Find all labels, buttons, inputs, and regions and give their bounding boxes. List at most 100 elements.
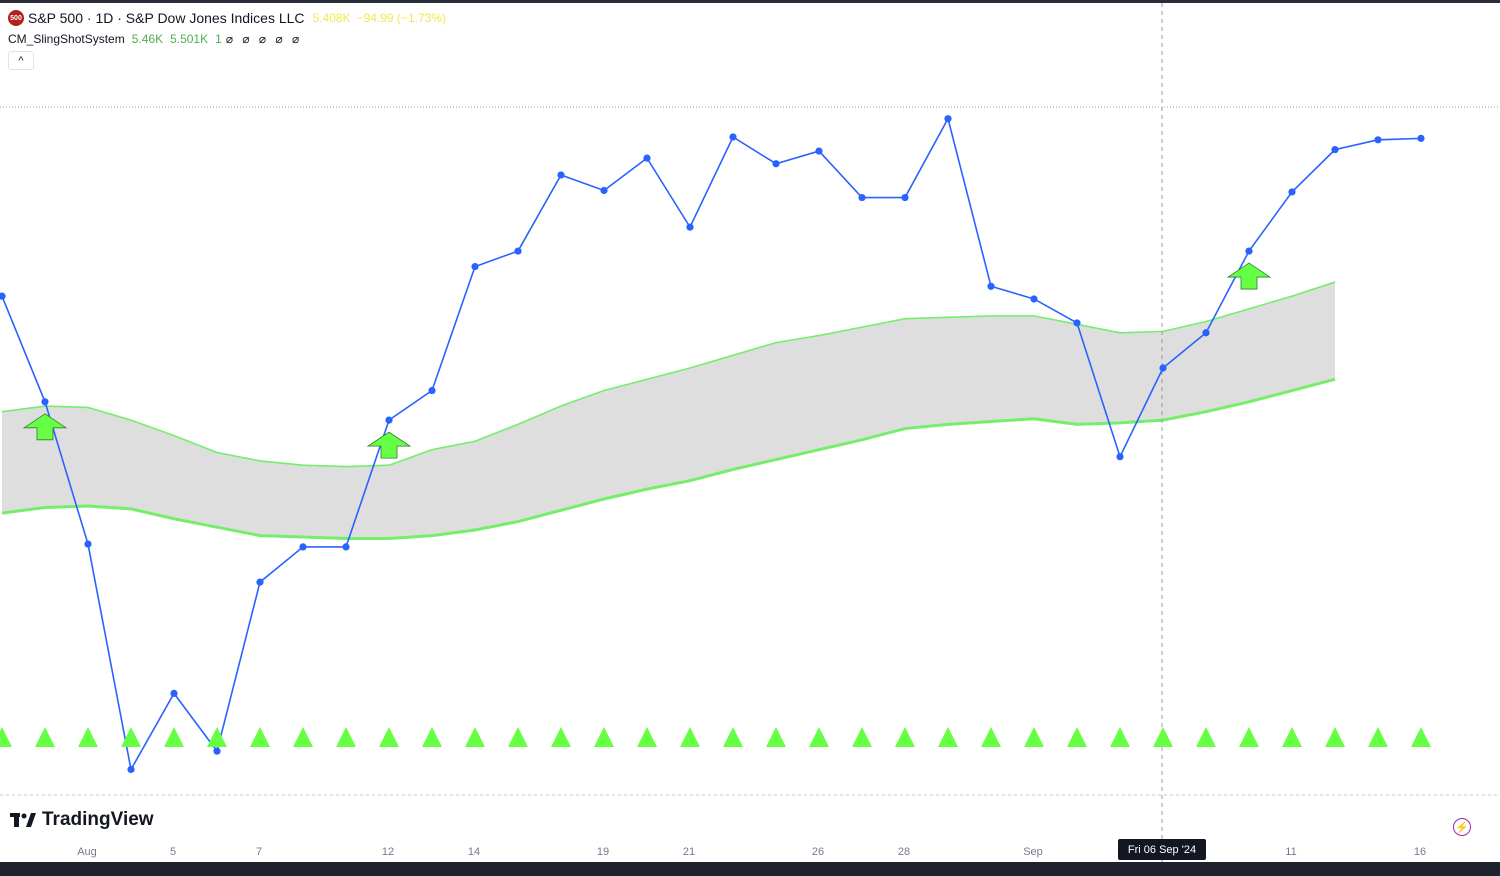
indicator-name[interactable]: CM_SlingShotSystem [8,32,125,46]
up-triangle-marker [250,727,270,747]
price-point [471,262,479,271]
up-triangle-marker [336,727,356,747]
price-point [299,543,307,551]
x-tick-label: 11 [1285,846,1296,858]
up-triangle-marker [422,727,442,747]
up-triangle-marker [78,727,98,747]
up-triangle-marker [1110,727,1130,747]
price-point [557,171,565,179]
tradingview-logo-text: TradingView [42,809,154,830]
up-triangle-marker [1282,727,1302,747]
price-chart[interactable]: Aug 5 7 12 14 19 21 26 28 Sep 11 16 [0,0,1500,876]
up-triangle-marker [637,727,657,747]
up-triangle-marker [809,727,829,747]
up-arrow-signal [366,431,412,459]
price-point [1288,188,1296,196]
signal-triangles [0,727,1431,747]
up-triangle-marker [551,727,571,747]
price-point [41,398,49,406]
x-tick-label: Sep [1023,846,1043,858]
up-triangle-marker [164,727,184,747]
price-point [514,247,522,255]
up-arrow-signal [1226,262,1272,290]
price-point [858,193,866,202]
symbol-logo: 500 [8,10,24,26]
up-triangle-marker [852,727,872,747]
up-triangle-marker [938,727,958,747]
price-change: −94.99 (−1.73%) [356,11,446,25]
price-point [1073,319,1081,327]
collapse-legend-button[interactable]: ^ [8,51,34,70]
price-point [213,747,221,755]
price-point [1159,364,1167,372]
price-point [772,160,780,168]
price-point [686,223,694,231]
price-point [815,147,823,155]
price-point [1417,134,1425,142]
price-point [385,416,393,424]
last-value: 5.408K [312,11,351,25]
up-triangle-marker [465,727,485,747]
price-point [1331,146,1339,154]
price-point [342,543,350,551]
price-point [170,689,178,697]
ema-band-fill [2,282,1335,539]
indicator-legend[interactable]: CM_SlingShotSystem 5.46K 5.501K 1 ⌀ ⌀ ⌀ … [8,31,302,47]
up-triangle-marker [594,727,614,747]
x-tick-label: 14 [468,846,480,858]
up-triangle-marker [1196,727,1216,747]
symbol-legend[interactable]: 500 S&P 500 · 1D · S&P Dow Jones Indices… [8,9,446,27]
up-triangle-marker [1024,727,1044,747]
bottom-toolbar [0,862,1500,876]
indicator-value-3: 1 [215,32,222,46]
x-tick-label: 19 [597,846,609,858]
up-triangle-marker [895,727,915,747]
price-point [1374,136,1382,144]
price-point [428,386,436,395]
price-point [987,282,995,290]
indicator-placeholders: ⌀ ⌀ ⌀ ⌀ ⌀ [225,32,303,46]
price-point [1030,295,1038,303]
price-point [600,186,608,195]
indicator-value-2: 5.501K [170,32,209,46]
price-point [0,292,6,300]
ema-band [1,281,1336,540]
x-tick-label: 21 [683,846,695,858]
price-point [901,193,909,202]
price-point [1116,453,1124,461]
up-triangle-marker [1325,727,1345,747]
up-triangle-marker [1411,727,1431,747]
tradingview-mark-icon [10,813,36,827]
up-triangle-marker [1153,727,1173,747]
x-tick-label: 7 [256,846,262,858]
lightning-icon[interactable]: ⚡ [1453,818,1471,836]
up-triangle-marker [35,727,55,747]
price-point [256,578,264,586]
up-triangle-marker [981,727,1001,747]
up-triangle-marker [1067,727,1087,747]
x-axis: Aug 5 7 12 14 19 21 26 28 Sep 11 16 [77,846,1426,858]
indicator-value-1: 5.46K [131,32,164,46]
x-tick-label: 12 [382,846,394,858]
x-tick-label: 28 [898,846,910,858]
price-point [127,765,135,774]
price-point [1245,247,1253,255]
up-triangle-marker [207,727,227,747]
price-point [729,133,737,141]
up-triangle-marker [1368,727,1388,747]
price-point [84,540,92,548]
up-triangle-marker [766,727,786,747]
symbol-title[interactable]: S&P 500 · 1D · S&P Dow Jones Indices LLC [28,10,305,26]
x-tick-label: 26 [812,846,824,858]
chevron-up-icon: ^ [18,54,24,67]
up-triangle-marker [508,727,528,747]
price-point [643,154,651,162]
x-tick-label: Aug [77,846,97,858]
up-triangle-marker [0,727,12,747]
tradingview-logo[interactable]: TradingView [10,808,154,832]
up-triangle-marker [723,727,743,747]
up-triangle-marker [680,727,700,747]
crosshair-date-label: Fri 06 Sep '24 [1118,839,1206,860]
up-triangle-marker [379,727,399,747]
up-triangle-marker [293,727,313,747]
